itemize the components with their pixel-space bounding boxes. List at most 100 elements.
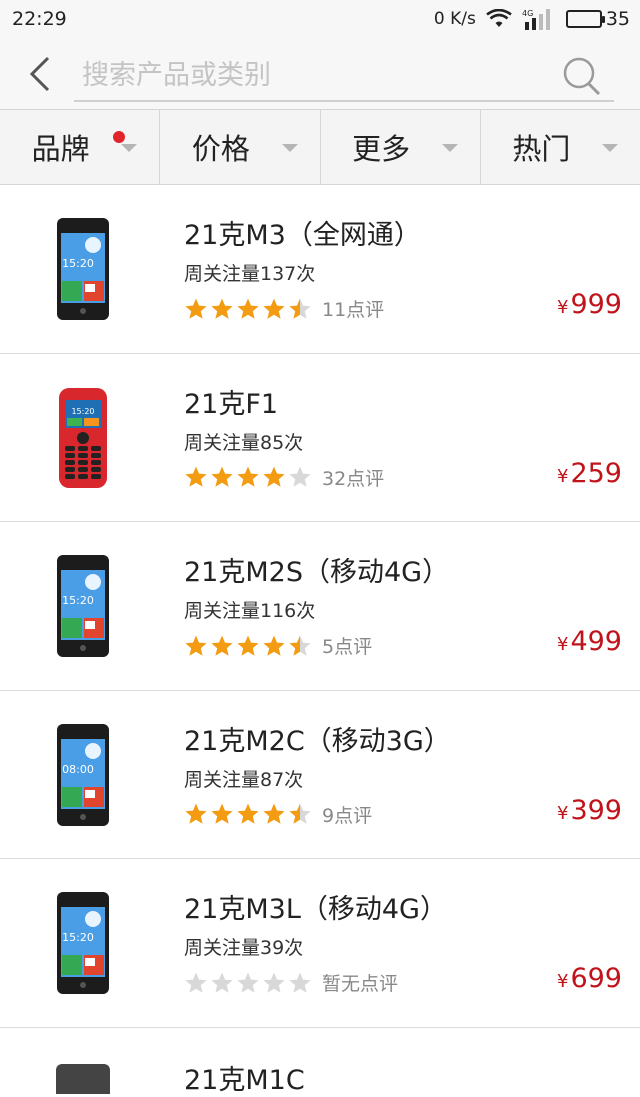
product-name: 21克M3（全网通）	[184, 220, 421, 251]
product-rating: 5点评	[184, 632, 372, 659]
product-follow-count: 周关注量39次	[184, 937, 304, 959]
filter-label: 价格	[191, 132, 250, 166]
filter-tab-more[interactable]: 更多	[321, 110, 481, 184]
star-icon	[263, 466, 285, 487]
new-badge-dot	[113, 131, 125, 143]
dropdown-arrow-icon	[441, 144, 458, 152]
product-thumbnail: 15:20	[57, 892, 109, 994]
status-icons: 0 K/s 4G 35	[434, 8, 630, 30]
rating-stars	[184, 802, 312, 826]
filter-label: 热门	[512, 132, 571, 166]
product-rating: 32点评	[184, 464, 384, 491]
product-row[interactable]: 15:20 21克M3L（移动4G） 周关注量39次 暂无点评 ¥699	[0, 859, 640, 1028]
product-price: ¥699	[557, 963, 622, 994]
rating-stars	[184, 465, 312, 489]
star-icon	[185, 972, 207, 993]
dropdown-arrow-icon	[602, 144, 618, 152]
product-price: ¥499	[557, 626, 622, 657]
star-icon	[289, 298, 311, 319]
battery-indicator: 35	[565, 8, 630, 30]
star-icon	[211, 466, 233, 487]
rating-stars	[184, 971, 312, 995]
svg-text:15:20: 15:20	[62, 931, 94, 944]
star-icon	[185, 803, 207, 824]
product-list: 15:20 21克M3（全网通） 周关注量137次 11点评 ¥999 15:20 21克F…	[0, 185, 640, 1096]
star-icon	[263, 298, 285, 319]
review-count: 暂无点评	[322, 973, 399, 995]
star-icon	[237, 972, 259, 993]
product-thumbnail: 08:00	[57, 723, 109, 826]
star-icon	[185, 466, 207, 487]
currency-symbol: ¥	[557, 634, 569, 655]
star-icon	[289, 466, 311, 487]
back-button[interactable]	[22, 54, 58, 94]
currency-symbol: ¥	[557, 971, 569, 992]
product-price: ¥999	[557, 289, 622, 320]
filter-bar: 品牌 价格 更多 热门	[0, 110, 640, 185]
currency-symbol: ¥	[557, 802, 569, 824]
product-rating: 9点评	[184, 801, 372, 828]
price-value: 999	[570, 289, 622, 320]
product-row[interactable]: 15:20 21克F1 周关注量85次 32点评 ¥259	[0, 353, 640, 522]
back-arrow-icon	[29, 56, 50, 92]
product-thumbnail: 15:20	[59, 387, 107, 488]
product-follow-count: 周关注量116次	[184, 600, 316, 622]
product-row[interactable]: 15:20 21克M3（全网通） 周关注量137次 11点评 ¥999	[0, 185, 640, 354]
star-icon	[289, 972, 311, 993]
currency-symbol: ¥	[557, 465, 569, 487]
svg-text:15:20: 15:20	[62, 257, 94, 270]
product-thumbnail: 15:20	[57, 218, 109, 320]
dropdown-arrow-icon	[121, 144, 138, 152]
review-count: 9点评	[322, 804, 373, 827]
star-icon	[237, 298, 259, 319]
wifi-icon	[486, 9, 512, 29]
currency-symbol: ¥	[557, 297, 569, 318]
status-time: 22:29	[12, 8, 67, 30]
star-icon	[263, 803, 285, 824]
filter-tab-popular[interactable]: 热门	[481, 110, 640, 184]
network-type-label: 4G	[522, 9, 533, 18]
star-icon	[237, 635, 259, 656]
product-row-partial[interactable]: 21克M1C	[0, 1027, 640, 1096]
search-icon[interactable]	[562, 56, 602, 96]
search-input[interactable]	[82, 56, 542, 94]
rating-stars	[184, 634, 312, 658]
star-icon	[185, 635, 207, 656]
product-row[interactable]: 08:00 21克M2C（移动3G） 周关注量87次 9点评 ¥399	[0, 690, 640, 859]
star-icon	[211, 803, 233, 824]
search-header	[0, 38, 640, 110]
svg-text:15:20: 15:20	[62, 594, 94, 607]
net-speed: 0 K/s	[433, 9, 476, 29]
filter-tab-brand[interactable]: 品牌	[0, 110, 161, 184]
product-follow-count: 周关注量85次	[184, 431, 304, 454]
price-value: 399	[570, 794, 622, 826]
filter-tab-price[interactable]: 价格	[160, 110, 321, 184]
search-box[interactable]	[74, 50, 614, 102]
battery-level: 35	[605, 8, 630, 30]
product-row[interactable]: 15:20 21克M2S（移动4G） 周关注量116次 5点评 ¥499	[0, 522, 640, 691]
svg-text:08:00: 08:00	[62, 763, 94, 776]
star-icon	[289, 635, 311, 656]
product-follow-count: 周关注量87次	[184, 768, 304, 791]
star-icon	[211, 635, 233, 656]
review-count: 32点评	[322, 467, 385, 490]
dropdown-arrow-icon	[281, 144, 298, 152]
star-icon	[211, 298, 233, 319]
star-icon	[289, 803, 311, 824]
product-rating: 11点评	[184, 295, 384, 322]
star-icon	[237, 466, 259, 487]
star-icon	[185, 298, 207, 319]
price-value: 699	[570, 963, 622, 994]
product-follow-count: 周关注量137次	[184, 263, 316, 285]
product-price: ¥399	[557, 795, 622, 826]
product-name: 21克M2S（移动4G）	[184, 557, 450, 588]
status-bar: 22:29 0 K/s 4G 35	[0, 0, 640, 38]
product-thumbnail: 15:20	[57, 555, 109, 657]
rating-stars	[184, 297, 312, 321]
product-name: 21克M1C	[184, 1064, 305, 1096]
review-count: 5点评	[322, 636, 373, 658]
product-name: 21克M3L（移动4G）	[184, 894, 447, 925]
product-price: ¥259	[557, 458, 622, 489]
battery-icon	[565, 10, 605, 28]
filter-label: 品牌	[31, 132, 90, 166]
